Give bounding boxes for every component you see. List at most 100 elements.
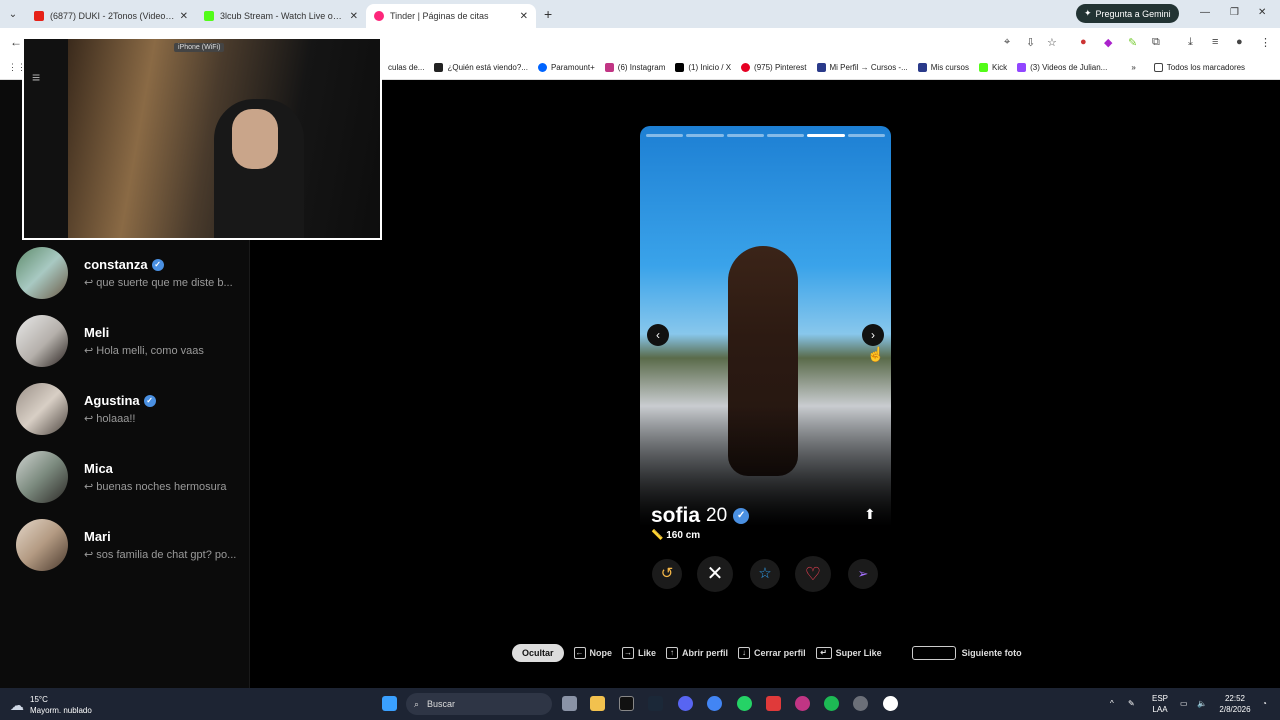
close-window-icon[interactable]: ✕ bbox=[1258, 7, 1266, 18]
avatar bbox=[16, 383, 68, 435]
network-icon[interactable]: ▭ bbox=[1180, 698, 1188, 709]
hamburger-menu-icon[interactable]: ≡ bbox=[32, 69, 40, 85]
extension-icon[interactable]: ◆ bbox=[1104, 36, 1112, 49]
lang-layout: LAA bbox=[1152, 705, 1168, 714]
verified-icon: ✓ bbox=[733, 508, 750, 524]
reply-icon: ↩ bbox=[84, 413, 97, 425]
kick-icon bbox=[978, 63, 988, 72]
location-icon[interactable]: ⌖ bbox=[1004, 36, 1010, 49]
media-icon[interactable]: ≡ bbox=[1212, 36, 1218, 48]
bookmark[interactable]: (3) Videos de Julian... bbox=[1017, 63, 1107, 72]
install-icon[interactable]: ⇩ bbox=[1026, 36, 1035, 49]
profile-photo[interactable] bbox=[640, 126, 891, 526]
reply-icon: ↩ bbox=[84, 277, 97, 289]
avatar bbox=[16, 451, 68, 503]
apps-icon[interactable]: ⋮⋮ bbox=[8, 62, 26, 73]
profile-avatar-icon[interactable]: ● bbox=[1236, 36, 1243, 48]
clock[interactable]: 22:52 2/8/2026 bbox=[1216, 693, 1254, 715]
language-indicator[interactable]: ESP LAA bbox=[1152, 693, 1168, 715]
tab-kick[interactable]: 3lcub Stream - Watch Live on Kick ✕ bbox=[196, 4, 366, 28]
match-item[interactable]: Agustina ✓ ↩ holaaa!! bbox=[16, 383, 244, 435]
kick-icon bbox=[204, 11, 214, 21]
bookmark-star-icon[interactable]: ☆ bbox=[1047, 36, 1057, 49]
sparkle-icon: ✦ bbox=[1084, 8, 1092, 18]
epic-games-icon[interactable] bbox=[619, 696, 634, 711]
bookmark[interactable]: Paramount+ bbox=[537, 63, 595, 72]
profile-card[interactable]: ‹ › sofia 20 ✓ 📏 160 cm ⬆ ↺ ✕ ☆ ♡ ➢ bbox=[640, 126, 891, 594]
gemini-button[interactable]: ✦ Pregunta a Gemini bbox=[1076, 4, 1179, 23]
bookmark-label: Todos los marcadores bbox=[1166, 63, 1246, 72]
match-item[interactable]: Mica ↩ buenas noches hermosura bbox=[16, 451, 244, 503]
download-icon[interactable]: ⤓ bbox=[1188, 36, 1193, 49]
profile-height-row: 📏 160 cm bbox=[651, 530, 700, 541]
steam-icon[interactable] bbox=[648, 696, 663, 711]
bookmark[interactable]: ¿Quién está viendo?... bbox=[434, 63, 528, 72]
close-tab-icon[interactable]: ✕ bbox=[520, 11, 528, 22]
match-item[interactable]: Mari ↩ sos familia de chat gpt? po... bbox=[16, 519, 244, 571]
bookmark-label: Paramount+ bbox=[550, 63, 595, 72]
weather-widget[interactable]: ☁ 15°C Mayorm. nublado bbox=[10, 694, 92, 716]
bookmark[interactable]: Mis cursos bbox=[917, 63, 969, 72]
app-icon[interactable] bbox=[766, 696, 781, 711]
extension-icon[interactable]: ✎ bbox=[1128, 36, 1137, 49]
bookmark[interactable]: culas de... bbox=[388, 63, 424, 72]
match-name: Agustina bbox=[84, 393, 140, 408]
extension-icon[interactable]: ● bbox=[1080, 36, 1087, 48]
close-icon[interactable]: ✕ bbox=[697, 556, 733, 592]
match-item[interactable]: constanza ✓ ↩ que suerte que me diste b..… bbox=[16, 247, 244, 299]
clock-date: 2/8/2026 bbox=[1219, 705, 1251, 714]
minimize-icon[interactable]: — bbox=[1200, 7, 1210, 18]
whatsapp-icon[interactable] bbox=[737, 696, 752, 711]
more-bookmarks-button[interactable]: » bbox=[1131, 63, 1135, 72]
photo-progress-segment bbox=[686, 134, 724, 137]
task-view-icon[interactable] bbox=[562, 696, 577, 711]
instagram-icon bbox=[604, 63, 614, 72]
shortcut-close-profile: Cerrar perfil bbox=[754, 648, 806, 658]
volume-icon[interactable]: 🔈 bbox=[1197, 698, 1207, 709]
send-icon[interactable]: ➢ bbox=[848, 559, 878, 589]
settings-icon[interactable] bbox=[853, 696, 868, 711]
obs-icon[interactable] bbox=[883, 696, 898, 711]
new-tab-button[interactable]: + bbox=[544, 6, 552, 22]
match-item[interactable]: Meli ↩ Hola melli, como vaas bbox=[16, 315, 244, 367]
puzzle-icon[interactable]: ⧉ bbox=[1152, 36, 1160, 49]
tab-title: (6877) DUKI - 2Tonos (Video Oficial) bbox=[50, 11, 176, 21]
kebab-menu-icon[interactable]: ⋮ bbox=[1260, 36, 1271, 49]
windows-start-icon[interactable] bbox=[382, 696, 397, 711]
bookmark[interactable]: (975) Pinterest bbox=[741, 63, 807, 72]
star-icon[interactable]: ☆ bbox=[750, 559, 780, 589]
next-photo-icon[interactable]: › bbox=[862, 324, 884, 346]
restore-icon[interactable]: ❐ bbox=[1230, 7, 1239, 18]
tray-overflow-icon[interactable]: ^ bbox=[1110, 698, 1114, 709]
bookmark[interactable]: (1) Inicio / X bbox=[675, 63, 731, 72]
all-bookmarks[interactable]: Todos los marcadores bbox=[1153, 63, 1246, 72]
bookmark[interactable]: (6) Instagram bbox=[604, 63, 665, 72]
heart-icon[interactable]: ♡ bbox=[795, 556, 831, 592]
tab-search-icon[interactable]: ⌄ bbox=[0, 9, 26, 20]
verified-icon: ✓ bbox=[143, 394, 156, 407]
left-arrow-key-icon: ← bbox=[573, 647, 586, 659]
down-arrow-key-icon: ↓ bbox=[738, 647, 751, 659]
bookmark[interactable]: Mi Perfil → Cursos -... bbox=[816, 63, 908, 72]
cloud-icon: ☁ bbox=[10, 696, 24, 713]
open-profile-icon[interactable]: ⬆ bbox=[864, 506, 876, 523]
chrome-icon[interactable] bbox=[707, 696, 722, 711]
pen-icon[interactable]: ✎ bbox=[1128, 698, 1135, 709]
rewind-icon[interactable]: ↺ bbox=[652, 559, 682, 589]
match-name: constanza bbox=[84, 257, 148, 272]
previous-photo-icon[interactable]: ‹ bbox=[647, 324, 669, 346]
tab-duki[interactable]: (6877) DUKI - 2Tonos (Video Oficial) ✕ bbox=[26, 4, 196, 28]
close-tab-icon[interactable]: ✕ bbox=[350, 11, 358, 22]
close-tab-icon[interactable]: ✕ bbox=[180, 11, 188, 22]
spotify-icon[interactable] bbox=[824, 696, 839, 711]
tab-tinder[interactable]: Tinder | Páginas de citas ✕ bbox=[366, 4, 536, 28]
notification-icon[interactable]: ◔ bbox=[1262, 698, 1267, 709]
file-explorer-icon[interactable] bbox=[590, 696, 605, 711]
hide-shortcuts-button[interactable]: Ocultar bbox=[512, 644, 564, 662]
bookmark[interactable]: Kick bbox=[978, 63, 1007, 72]
instagram-icon[interactable] bbox=[795, 696, 810, 711]
taskbar-search[interactable]: ⌕ Buscar bbox=[406, 693, 552, 715]
discord-icon[interactable] bbox=[678, 696, 693, 711]
match-message: holaaa!! bbox=[96, 413, 136, 425]
back-icon[interactable]: ← bbox=[10, 35, 22, 49]
